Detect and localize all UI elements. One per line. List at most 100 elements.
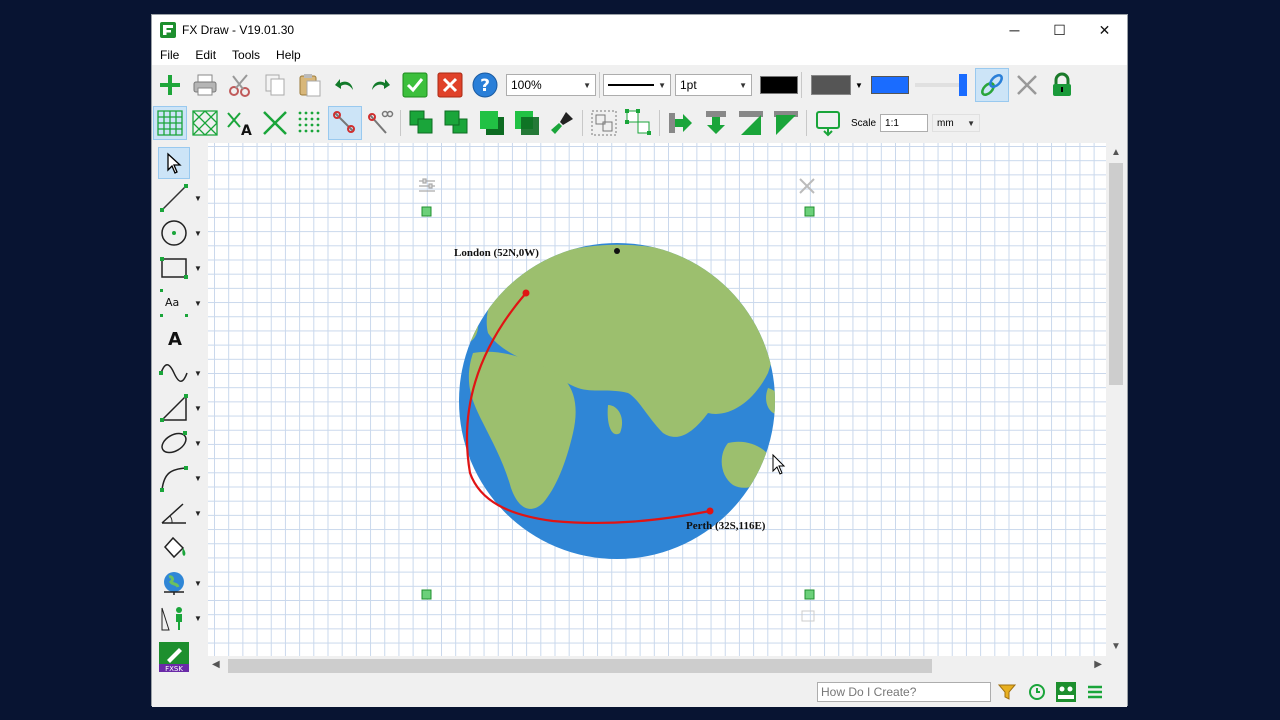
chevron-down-icon[interactable]: ▼ xyxy=(194,439,202,448)
how-do-i-create-search[interactable]: How Do I Create? xyxy=(817,682,991,702)
horizontal-scrollbar[interactable]: ◀ ▶ xyxy=(208,656,1106,676)
chevron-down-icon[interactable]: ▼ xyxy=(194,474,202,483)
menu-file[interactable]: File xyxy=(152,48,187,62)
align-right-button[interactable] xyxy=(664,106,698,140)
line-width-select[interactable]: 1pt ▼ xyxy=(675,74,752,96)
resize-box-icon[interactable] xyxy=(801,610,815,622)
chevron-down-icon[interactable]: ▼ xyxy=(194,404,202,413)
transparency-slider[interactable] xyxy=(914,74,967,96)
filter-icon[interactable] xyxy=(998,683,1016,701)
send-to-back-button[interactable] xyxy=(510,106,544,140)
chevron-down-icon[interactable]: ▼ xyxy=(855,81,863,90)
paste-button[interactable] xyxy=(293,68,327,102)
chevron-down-icon[interactable]: ▼ xyxy=(194,229,202,238)
menu-help[interactable]: Help xyxy=(268,48,309,62)
flip-vertical-button[interactable] xyxy=(769,106,803,140)
text-label-tool[interactable]: Aa ▼ xyxy=(158,286,206,320)
circle-tool[interactable]: ▼ xyxy=(158,216,206,250)
highlight-color-swatch[interactable] xyxy=(870,76,909,94)
curve-tool[interactable]: ▼ xyxy=(158,461,206,495)
selection-handle-tr[interactable] xyxy=(804,206,815,217)
snap-intersection-button[interactable] xyxy=(258,106,292,140)
lock-button[interactable] xyxy=(1045,68,1079,102)
line-style-select[interactable]: ▼ xyxy=(603,74,671,96)
group-button[interactable] xyxy=(587,106,621,140)
snap-text-button[interactable]: A xyxy=(223,106,257,140)
cancel-button[interactable] xyxy=(433,68,467,102)
chevron-down-icon[interactable]: ▼ xyxy=(194,194,202,203)
menu-edit[interactable]: Edit xyxy=(187,48,224,62)
menu-tools[interactable]: Tools xyxy=(224,48,268,62)
fxsk-button[interactable]: FXSK xyxy=(158,640,206,674)
rectangle-tool[interactable]: ▼ xyxy=(158,251,206,285)
send-backward-button[interactable] xyxy=(440,106,474,140)
units-select[interactable]: mm ▼ xyxy=(932,114,981,132)
snap-object-button[interactable] xyxy=(328,106,362,140)
polygon-tool[interactable]: ▼ xyxy=(158,391,206,425)
chevron-down-icon[interactable]: ▼ xyxy=(194,369,202,378)
new-button[interactable] xyxy=(153,68,187,102)
fill-color-swatch[interactable] xyxy=(811,75,851,95)
copy-button[interactable] xyxy=(258,68,292,102)
history-clock-icon[interactable] xyxy=(1028,683,1046,701)
selection-handle-bl[interactable] xyxy=(421,589,432,600)
cut-button[interactable] xyxy=(223,68,257,102)
minimize-button[interactable]: ─ xyxy=(992,15,1037,45)
flip-horizontal-button[interactable] xyxy=(734,106,768,140)
iso-grid-button[interactable] xyxy=(188,106,222,140)
selection-handle-br[interactable] xyxy=(804,589,815,600)
vertical-scroll-thumb[interactable] xyxy=(1109,163,1123,385)
community-icon[interactable] xyxy=(1056,682,1076,702)
ungroup-button[interactable] xyxy=(622,106,656,140)
scroll-right-icon[interactable]: ▶ xyxy=(1094,659,1102,670)
scale-input[interactable]: 1:1 xyxy=(880,114,929,132)
snap-link-button[interactable] xyxy=(363,106,397,140)
chevron-down-icon[interactable]: ▼ xyxy=(194,614,202,623)
close-button[interactable]: ✕ xyxy=(1082,15,1127,45)
map-tool[interactable]: ▼ xyxy=(158,566,206,600)
perth-label[interactable]: Perth (32S,116E) xyxy=(686,520,765,532)
fill-tool[interactable] xyxy=(158,531,206,565)
clipart-tool[interactable]: ▼ xyxy=(158,601,206,635)
london-point[interactable] xyxy=(522,289,530,297)
chevron-down-icon[interactable]: ▼ xyxy=(194,579,202,588)
chevron-down-icon[interactable]: ▼ xyxy=(194,509,202,518)
graph-tool[interactable]: ▼ xyxy=(158,356,206,390)
help-button[interactable]: ? xyxy=(468,68,502,102)
link-toggle-button[interactable] xyxy=(974,68,1009,102)
scroll-down-icon[interactable]: ▼ xyxy=(1111,641,1121,652)
scroll-left-icon[interactable]: ◀ xyxy=(212,659,220,670)
format-painter-button[interactable] xyxy=(545,106,579,140)
ellipse-tool[interactable]: ▼ xyxy=(158,426,206,460)
drawing-canvas[interactable]: London (52N,0W) Perth (32S,116E) xyxy=(208,143,1106,656)
vertical-scrollbar[interactable]: ▲ ▼ xyxy=(1106,143,1126,656)
accept-button[interactable] xyxy=(398,68,432,102)
horizontal-scroll-thumb[interactable] xyxy=(228,659,932,673)
line-tool[interactable]: ▼ xyxy=(158,181,206,215)
bring-to-front-button[interactable] xyxy=(475,106,509,140)
select-tool[interactable] xyxy=(158,146,206,180)
snap-grid-button[interactable] xyxy=(293,106,327,140)
scroll-up-icon[interactable]: ▲ xyxy=(1111,147,1121,158)
zoom-select[interactable]: 100% ▼ xyxy=(506,74,596,96)
chevron-down-icon[interactable]: ▼ xyxy=(194,264,202,273)
angle-tool[interactable]: ▼ xyxy=(158,496,206,530)
slider-thumb[interactable] xyxy=(958,74,967,96)
settings-sliders-icon[interactable] xyxy=(419,178,435,192)
maximize-button[interactable]: ☐ xyxy=(1037,15,1082,45)
chevron-down-icon[interactable]: ▼ xyxy=(194,299,202,308)
align-down-button[interactable] xyxy=(699,106,733,140)
bring-forward-button[interactable] xyxy=(405,106,439,140)
perth-point[interactable] xyxy=(706,507,714,515)
menu-lines-icon[interactable] xyxy=(1086,683,1104,701)
selection-handle-tl[interactable] xyxy=(421,206,432,217)
resize-page-button[interactable] xyxy=(811,106,845,140)
line-color-swatch[interactable] xyxy=(760,76,798,94)
unlink-button[interactable] xyxy=(1010,68,1044,102)
delete-object-icon[interactable] xyxy=(799,178,815,194)
london-label[interactable]: London (52N,0W) xyxy=(454,247,539,259)
redo-button[interactable] xyxy=(363,68,397,102)
text-tool[interactable]: A xyxy=(158,321,206,355)
grid-toggle-button[interactable] xyxy=(153,106,187,140)
print-button[interactable] xyxy=(188,68,222,102)
